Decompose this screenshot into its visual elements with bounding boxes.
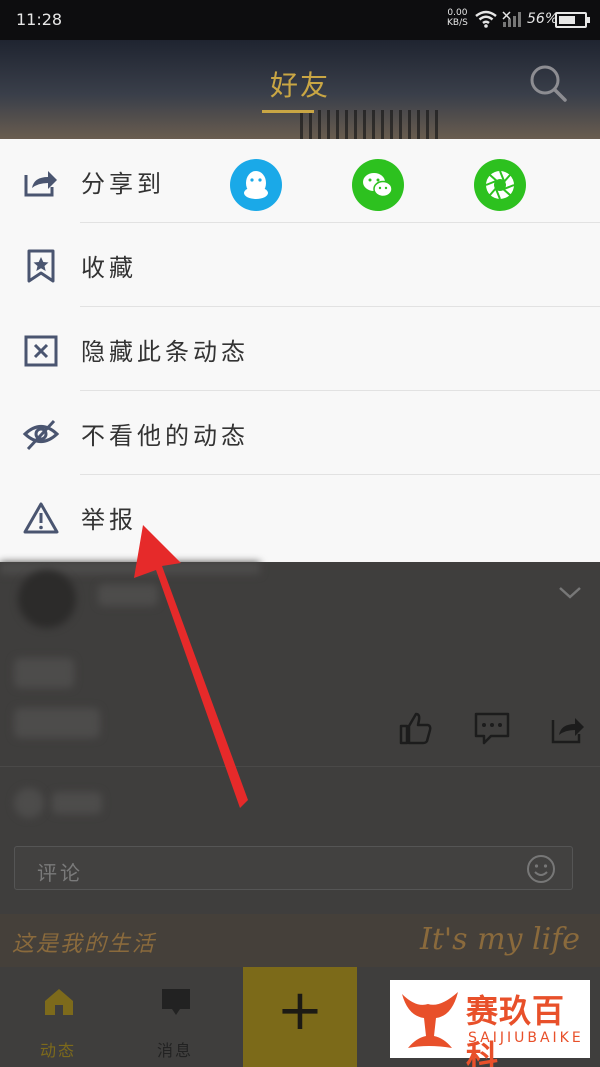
share-moments-button[interactable] xyxy=(474,159,526,211)
comment-icon[interactable] xyxy=(473,710,511,746)
share-icon xyxy=(24,171,57,197)
battery-percent: 56% xyxy=(527,11,559,27)
banner-decoration: 这是我的生活 It's my life xyxy=(0,914,600,967)
banner-left-text: 这是我的生活 xyxy=(12,932,157,957)
like-icon[interactable] xyxy=(397,710,433,746)
header-background-trees xyxy=(300,110,440,140)
menu-item-report[interactable]: 举报 xyxy=(0,475,600,559)
message-icon xyxy=(162,989,190,1015)
page-header: 好友 xyxy=(0,40,600,140)
network-speed-value: 0.00 xyxy=(447,8,468,18)
search-icon[interactable] xyxy=(527,62,569,104)
watermark-name: 赛玖百科 xyxy=(466,992,566,1067)
blurred-username xyxy=(98,584,158,606)
feed-separator xyxy=(0,766,600,767)
blurred-liker-name xyxy=(52,792,102,814)
qq-icon xyxy=(244,171,268,199)
eye-off-icon xyxy=(22,419,60,451)
wifi-icon xyxy=(475,10,497,28)
menu-item-label: 隐藏此条动态 xyxy=(81,338,249,366)
tab-label: 消息 xyxy=(156,1041,193,1060)
create-post-button[interactable]: + xyxy=(243,967,357,1067)
feed-card: 评论 这是我的生活 It's my life xyxy=(0,562,600,967)
tab-messages[interactable]: 消息 xyxy=(120,967,230,1067)
emoji-icon[interactable] xyxy=(525,853,557,885)
share-wechat-button[interactable] xyxy=(352,159,404,211)
menu-item-label: 举报 xyxy=(81,506,137,534)
menu-item-block-user-posts[interactable]: 不看他的动态 xyxy=(0,391,600,475)
blurred-text xyxy=(14,708,100,738)
whale-tail-logo-icon xyxy=(402,992,458,1048)
network-speed-unit: KB/S xyxy=(447,18,468,28)
menu-item-label: 不看他的动态 xyxy=(81,422,249,450)
avatar[interactable] xyxy=(18,570,76,628)
title-underline xyxy=(262,110,314,113)
share-qq-button[interactable] xyxy=(230,159,282,211)
menu-item-favorite[interactable]: 收藏 xyxy=(0,223,600,307)
home-icon xyxy=(45,989,73,1015)
tab-label: 动态 xyxy=(39,1041,76,1060)
signal-icon xyxy=(502,11,521,27)
menu-item-hide-post[interactable]: 隐藏此条动态 xyxy=(0,307,600,391)
battery-icon xyxy=(555,12,590,28)
blurred-text xyxy=(14,658,74,688)
page-title: 好友 xyxy=(269,69,330,102)
banner-right-text: It's my life xyxy=(420,922,581,957)
blurred-liker-avatar xyxy=(14,788,44,818)
share-label: 分享到 xyxy=(81,170,165,198)
post-options-menu: 分享到 收藏 隐藏此条动态 不看他的动态 举报 xyxy=(0,139,600,562)
bookmark-star-icon xyxy=(27,249,55,283)
comment-input[interactable]: 评论 xyxy=(14,846,573,890)
wechat-icon xyxy=(363,173,393,198)
comment-placeholder: 评论 xyxy=(37,861,83,885)
warning-icon xyxy=(23,502,59,534)
share-icon[interactable] xyxy=(549,710,587,746)
tab-feed[interactable]: 动态 xyxy=(3,967,113,1067)
close-box-icon xyxy=(24,335,58,367)
status-time: 11:28 xyxy=(16,10,63,29)
chevron-down-icon[interactable] xyxy=(558,584,582,600)
network-speed: 0.00 KB/S xyxy=(447,8,468,28)
moments-icon xyxy=(485,170,515,200)
watermark-subtitle: SAIJIUBAIKE xyxy=(468,1030,584,1046)
status-bar: 11:28 0.00 KB/S 56% xyxy=(0,0,600,40)
share-row: 分享到 xyxy=(0,139,600,223)
plus-icon: + xyxy=(276,978,324,1043)
menu-item-label: 收藏 xyxy=(81,254,137,282)
watermark-logo: 赛玖百科 SAIJIUBAIKE xyxy=(390,980,590,1067)
